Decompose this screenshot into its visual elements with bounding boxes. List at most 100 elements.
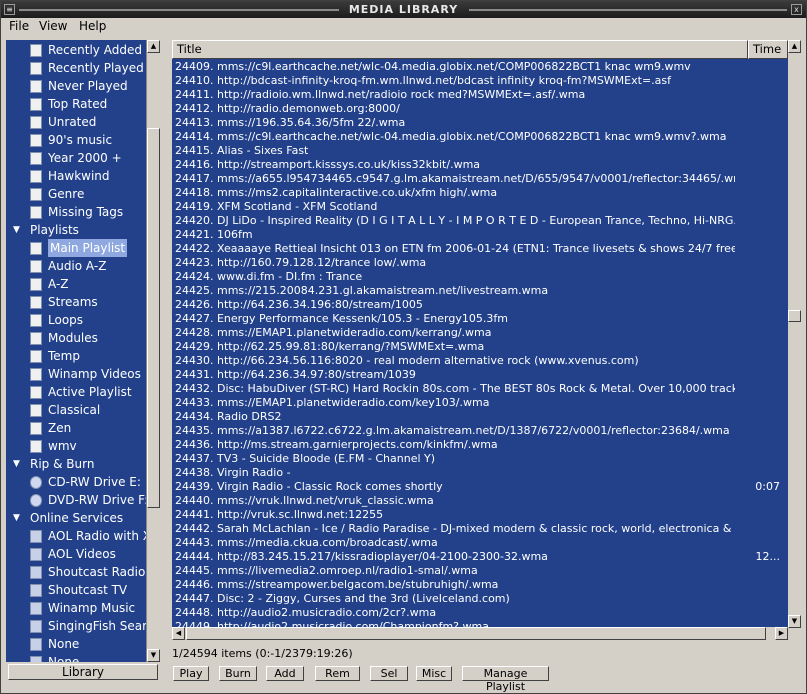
sel-button[interactable]: Sel <box>370 666 408 681</box>
tree-item[interactable]: CD-RW Drive E: <box>6 473 146 491</box>
table-row[interactable]: 24422. Xeaaaaye Rettieal Insicht 013 on … <box>172 242 788 256</box>
scroll-thumb[interactable] <box>788 310 801 322</box>
menu-view[interactable]: View <box>39 19 67 33</box>
list-hscrollbar[interactable]: ◀ ▶ <box>172 627 788 640</box>
table-row[interactable]: 24446. mms://streampower.belgacom.be/stu… <box>172 578 788 592</box>
table-row[interactable]: 24448. http://audio2.musicradio.com/2cr?… <box>172 606 788 620</box>
tree-item[interactable]: None <box>6 653 146 662</box>
table-row[interactable]: 24432. Disc: HabuDiver (ST-RC) Hard Rock… <box>172 382 788 396</box>
list-scrollbar[interactable]: ▲ ▼ <box>788 40 802 629</box>
table-row[interactable]: 24426. http://64.236.34.196:80/stream/10… <box>172 298 788 312</box>
table-row[interactable]: 24414. mms://c9l.earthcache.net/wlc-04.m… <box>172 130 788 144</box>
tree-item[interactable]: DVD-RW Drive F: <box>6 491 146 509</box>
table-row[interactable]: 24425. mms://215.20084.231.gl.akamaistre… <box>172 284 788 298</box>
table-row[interactable]: 24439. Virgin Radio - Classic Rock comes… <box>172 480 788 494</box>
tree-item[interactable]: Never Played <box>6 77 146 95</box>
scroll-left-icon[interactable]: ◀ <box>172 627 185 640</box>
tree-item[interactable]: Loops <box>6 311 146 329</box>
scroll-up-icon[interactable]: ▲ <box>788 40 801 53</box>
table-row[interactable]: 24433. mms://EMAP1.planetwideradio.com/k… <box>172 396 788 410</box>
tree-item[interactable]: SingingFish Search <box>6 617 146 635</box>
tree-item[interactable]: Recently Played <box>6 59 146 77</box>
menu-file[interactable]: File <box>9 19 29 33</box>
close-icon[interactable]: x <box>791 4 802 15</box>
table-row[interactable]: 24428. mms://EMAP1.planetwideradio.com/k… <box>172 326 788 340</box>
tree-item[interactable]: Missing Tags <box>6 203 146 221</box>
tree-item[interactable]: Recently Added <box>6 41 146 59</box>
table-row[interactable]: 24440. mms://vruk.llnwd.net/vruk_classic… <box>172 494 788 508</box>
hscroll-thumb[interactable] <box>186 627 766 640</box>
tree-item[interactable]: AOL Radio with XM <box>6 527 146 545</box>
tree-item[interactable]: Zen <box>6 419 146 437</box>
tree-item[interactable]: Year 2000 + <box>6 149 146 167</box>
tree-item[interactable]: Active Playlist <box>6 383 146 401</box>
table-row[interactable]: 24434. Radio DRS2 <box>172 410 788 424</box>
table-row[interactable]: 24429. http://62.25.99.81:80/kerrang/?MS… <box>172 340 788 354</box>
table-row[interactable]: 24415. Alias - Sixes Fast <box>172 144 788 158</box>
table-row[interactable]: 24411. http://radioio.wm.llnwd.net/radio… <box>172 88 788 102</box>
tree-item[interactable]: 90's music <box>6 131 146 149</box>
table-row[interactable]: 24442. Sarah McLachlan - Ice / Radio Par… <box>172 522 788 536</box>
tree-item[interactable]: Winamp Videos <box>6 365 146 383</box>
table-row[interactable]: 24436. http://ms.stream.garnierprojects.… <box>172 438 788 452</box>
table-row[interactable]: 24437. TV3 - Suicide Bloode (E.FM - Chan… <box>172 452 788 466</box>
expand-arrow-icon[interactable]: ▼ <box>13 455 20 473</box>
tree-item[interactable]: None <box>6 635 146 653</box>
table-row[interactable]: 24444. http://83.245.15.217/kissradiopla… <box>172 550 788 564</box>
table-row[interactable]: 24441. http://vruk.sc.llnwd.net:12255 <box>172 508 788 522</box>
library-button[interactable]: Library <box>8 664 158 680</box>
tree-scrollbar[interactable]: ▲ ▼ <box>146 40 160 662</box>
table-row[interactable]: 24418. mms://ms2.capitalinteractive.co.u… <box>172 186 788 200</box>
column-time[interactable]: Time <box>748 40 788 59</box>
table-row[interactable]: 24409. mms://c9l.earthcache.net/wlc-04.m… <box>172 60 788 74</box>
tree-item[interactable]: Genre <box>6 185 146 203</box>
table-row[interactable]: 24438. Virgin Radio - <box>172 466 788 480</box>
tree-item[interactable]: Unrated <box>6 113 146 131</box>
manage-playlist-button[interactable]: Manage Playlist <box>462 666 549 693</box>
table-row[interactable]: 24419. XFM Scotland - XFM Scotland <box>172 200 788 214</box>
table-row[interactable]: 24427. Energy Performance Kessenk/105.3 … <box>172 312 788 326</box>
table-row[interactable]: 24421. 106fm <box>172 228 788 242</box>
tree-item[interactable]: Streams <box>6 293 146 311</box>
table-row[interactable]: 24420. DJ LiDo - Inspired Reality (D I G… <box>172 214 788 228</box>
scroll-up-icon[interactable]: ▲ <box>147 40 160 53</box>
table-row[interactable]: 24443. mms://media.ckua.com/broadcast/.w… <box>172 536 788 550</box>
table-row[interactable]: 24416. http://streamport.kisssys.co.uk/k… <box>172 158 788 172</box>
table-row[interactable]: 24430. http://66.234.56.116:8020 - real … <box>172 354 788 368</box>
table-row[interactable]: 24417. mms://a655.l954734465.c9547.g.lm.… <box>172 172 788 186</box>
scroll-thumb[interactable] <box>147 128 160 508</box>
tree-item[interactable]: Shoutcast TV <box>6 581 146 599</box>
expand-arrow-icon[interactable]: ▼ <box>13 221 20 239</box>
tree-item[interactable]: ▼ Playlists <box>6 221 146 239</box>
tree-item[interactable]: Main Playlist <box>6 239 146 257</box>
scroll-down-icon[interactable]: ▼ <box>788 615 801 628</box>
table-row[interactable]: 24410. http://bdcast-infinity-kroq-fm.wm… <box>172 74 788 88</box>
tree-item[interactable]: Audio A-Z <box>6 257 146 275</box>
expand-arrow-icon[interactable]: ▼ <box>13 509 20 527</box>
tree-item[interactable]: ▼ Online Services <box>6 509 146 527</box>
tree-item[interactable]: ▼ Rip & Burn <box>6 455 146 473</box>
table-row[interactable]: 24424. www.di.fm - DI.fm : Trance <box>172 270 788 284</box>
add-button[interactable]: Add <box>266 666 304 681</box>
table-row[interactable]: 24412. http://radio.demonweb.org:8000/ <box>172 102 788 116</box>
title-bar[interactable]: ≡ MEDIA LIBRARY x <box>1 1 806 18</box>
scroll-right-icon[interactable]: ▶ <box>775 627 788 640</box>
tree-item[interactable]: wmv <box>6 437 146 455</box>
table-row[interactable]: 24431. http://64.236.34.97:80/stream/103… <box>172 368 788 382</box>
table-row[interactable]: 24447. Disc: 2 - Ziggy, Curses and the 3… <box>172 592 788 606</box>
table-row[interactable]: 24435. mms://a1387.l6722.c6722.g.lm.akam… <box>172 424 788 438</box>
tree-item[interactable]: AOL Videos <box>6 545 146 563</box>
burn-button[interactable]: Burn <box>219 666 257 681</box>
tree-item[interactable]: A-Z <box>6 275 146 293</box>
play-button[interactable]: Play <box>173 666 209 681</box>
tree-item[interactable]: Temp <box>6 347 146 365</box>
tree-item[interactable]: Top Rated <box>6 95 146 113</box>
playlist-list[interactable]: 24409. mms://c9l.earthcache.net/wlc-04.m… <box>172 59 788 629</box>
rem-button[interactable]: Rem <box>315 666 360 681</box>
menu-help[interactable]: Help <box>79 19 106 33</box>
misc-button[interactable]: Misc <box>416 666 452 681</box>
tree-item[interactable]: Winamp Music <box>6 599 146 617</box>
tree-item[interactable]: Classical <box>6 401 146 419</box>
tree-item[interactable]: Hawkwind <box>6 167 146 185</box>
scroll-down-icon[interactable]: ▼ <box>147 649 160 662</box>
